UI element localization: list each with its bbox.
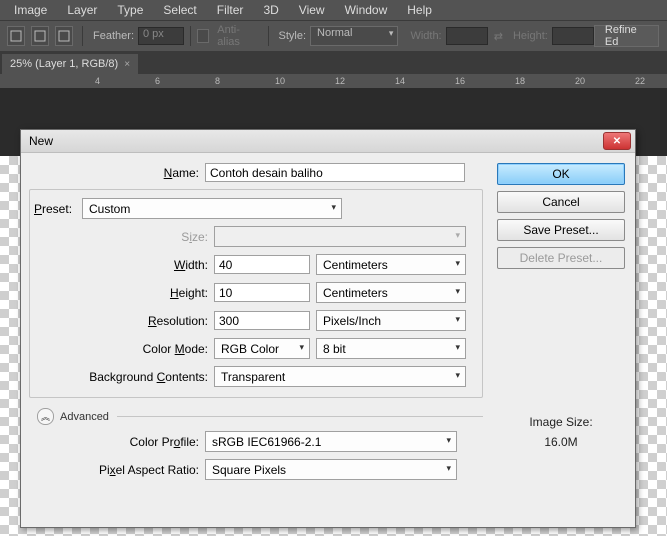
chevron-up-icon: ︽ (37, 408, 54, 425)
par-select[interactable]: Square Pixels (205, 459, 457, 480)
dialog-title: New (29, 134, 53, 148)
menu-window[interactable]: Window (335, 0, 398, 20)
menu-layer[interactable]: Layer (57, 0, 107, 20)
tool-icon-2[interactable] (31, 26, 49, 46)
ruler-tick: 10 (275, 76, 285, 86)
menu-image[interactable]: Image (4, 0, 57, 20)
close-icon[interactable]: ✕ (603, 132, 631, 150)
colorprofile-label: Color Profile: (29, 435, 205, 449)
menu-view[interactable]: View (289, 0, 335, 20)
ruler-tick: 4 (95, 76, 100, 86)
image-size-value: 16.0M (497, 435, 625, 449)
ruler-tick: 20 (575, 76, 585, 86)
style-select[interactable]: Normal (310, 26, 398, 46)
style-label: Style: (279, 30, 307, 42)
delete-preset-button: Delete Preset... (497, 247, 625, 269)
width-unit-select[interactable]: Centimeters (316, 254, 466, 275)
height-field-label: Height: (38, 286, 214, 300)
refine-edge-button[interactable]: Refine Ed (594, 25, 659, 47)
width-field-label: Width: (38, 258, 214, 272)
advanced-toggle[interactable]: ︽ Advanced (37, 408, 483, 425)
advanced-label: Advanced (60, 411, 109, 423)
ruler-tick: 22 (635, 76, 645, 86)
resolution-unit-select[interactable]: Pixels/Inch (316, 310, 466, 331)
ruler-tick: 8 (215, 76, 220, 86)
image-size-display: Image Size: 16.0M (497, 415, 625, 449)
ok-button[interactable]: OK (497, 163, 625, 185)
save-preset-button[interactable]: Save Preset... (497, 219, 625, 241)
ruler-tick: 18 (515, 76, 525, 86)
colorprofile-select[interactable]: sRGB IEC61966-2.1 (205, 431, 457, 452)
cancel-button[interactable]: Cancel (497, 191, 625, 213)
name-input[interactable] (205, 163, 465, 182)
tool-icon-3[interactable] (55, 26, 73, 46)
size-label: Size: (38, 230, 214, 244)
options-bar: Feather: 0 px Anti-alias Style: Normal W… (0, 20, 667, 52)
width-field-input[interactable] (214, 255, 310, 274)
feather-input[interactable]: 0 px (138, 27, 184, 45)
colormode-select[interactable]: RGB Color (214, 338, 310, 359)
resolution-label: Resolution: (38, 314, 214, 328)
ruler-tick: 6 (155, 76, 160, 86)
swap-icon: ⇄ (494, 30, 503, 43)
preset-label: Preset: (34, 202, 82, 216)
height-unit-select[interactable]: Centimeters (316, 282, 466, 303)
image-size-label: Image Size: (497, 415, 625, 429)
close-tab-icon[interactable]: × (124, 59, 130, 70)
anti-alias-label: Anti-alias (217, 24, 257, 48)
menu-3d[interactable]: 3D (253, 0, 288, 20)
document-tab-bar: 25% (Layer 1, RGB/8) × (0, 52, 667, 74)
feather-label: Feather: (93, 30, 134, 42)
par-label: Pixel Aspect Ratio: (29, 463, 205, 477)
bgcontents-select[interactable]: Transparent (214, 366, 466, 387)
document-tab-label: 25% (Layer 1, RGB/8) (10, 58, 118, 70)
menu-select[interactable]: Select (153, 0, 206, 20)
document-tab[interactable]: 25% (Layer 1, RGB/8) × (2, 54, 138, 74)
ruler-tick: 16 (455, 76, 465, 86)
height-field-input[interactable] (214, 283, 310, 302)
colordepth-select[interactable]: 8 bit (316, 338, 466, 359)
name-label: Name: (29, 166, 205, 180)
height-input (552, 27, 594, 45)
resolution-input[interactable] (214, 311, 310, 330)
preset-select[interactable]: Custom (82, 198, 342, 219)
height-label: Height: (513, 30, 548, 42)
menu-help[interactable]: Help (397, 0, 442, 20)
colormode-label: Color Mode: (38, 342, 214, 356)
menu-bar: Image Layer Type Select Filter 3D View W… (0, 0, 667, 20)
width-label: Width: (410, 30, 441, 42)
new-document-dialog: New ✕ Name: Preset: Custom Size: Width: (20, 129, 636, 528)
dialog-titlebar[interactable]: New ✕ (21, 130, 635, 153)
width-input (446, 27, 488, 45)
preset-group: Preset: Custom Size: Width: Centimeters … (29, 189, 483, 398)
ruler-tick: 14 (395, 76, 405, 86)
ruler-tick: 12 (335, 76, 345, 86)
tool-icon-1[interactable] (7, 26, 25, 46)
menu-filter[interactable]: Filter (207, 0, 254, 20)
size-select (214, 226, 466, 247)
bgcontents-label: Background Contents: (38, 370, 214, 384)
anti-alias-checkbox (197, 29, 210, 43)
menu-type[interactable]: Type (107, 0, 153, 20)
